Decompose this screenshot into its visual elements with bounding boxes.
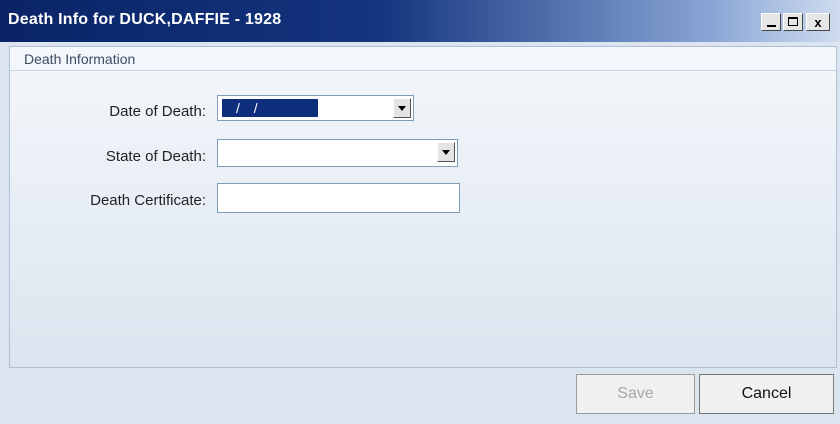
panel-header: Death Information (10, 47, 836, 71)
death-information-panel: Death Information Date of Death: / / Sta… (9, 46, 837, 368)
cancel-button[interactable]: Cancel (699, 374, 834, 414)
date-of-death-dropdown[interactable]: / / (217, 95, 414, 121)
title-bar[interactable]: Death Info for DUCK,DAFFIE - 1928 x (0, 0, 840, 42)
death-certificate-input[interactable] (217, 183, 460, 213)
button-bar: Save Cancel (9, 372, 837, 420)
minimize-button[interactable] (761, 13, 781, 31)
chevron-down-icon[interactable] (393, 98, 411, 118)
state-of-death-dropdown[interactable] (217, 139, 458, 167)
death-certificate-label: Death Certificate: (90, 192, 206, 209)
date-of-death-label: Date of Death: (109, 103, 206, 120)
window-title: Death Info for DUCK,DAFFIE - 1928 (8, 11, 282, 28)
save-button[interactable]: Save (576, 374, 695, 414)
maximize-button[interactable] (783, 13, 803, 31)
death-info-window: Death Info for DUCK,DAFFIE - 1928 x Deat… (0, 0, 840, 424)
date-of-death-value[interactable]: / / (222, 99, 318, 117)
chevron-down-icon[interactable] (437, 142, 455, 162)
close-button[interactable]: x (806, 13, 830, 31)
panel-title: Death Information (24, 51, 136, 67)
state-of-death-label: State of Death: (105, 148, 206, 165)
